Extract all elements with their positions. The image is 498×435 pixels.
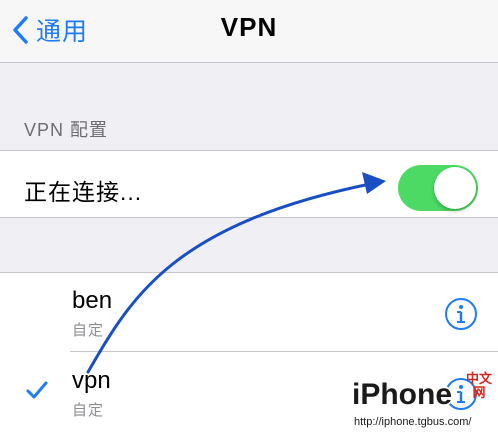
info-icon[interactable] bbox=[444, 297, 478, 331]
checkmark-icon bbox=[26, 381, 48, 399]
navigation-bar: 通用 VPN bbox=[0, 0, 498, 63]
vpn-toggle-switch[interactable] bbox=[398, 165, 478, 211]
vpn-status-row: 正在连接... bbox=[0, 150, 498, 218]
info-icon[interactable] bbox=[444, 377, 478, 411]
row-divider bbox=[70, 351, 498, 352]
vpn-type: 自定 bbox=[72, 322, 105, 339]
list-item-vpn-vpn[interactable]: vpn 自定 bbox=[0, 353, 498, 431]
section-header-vpn-config: VPN 配置 bbox=[24, 120, 109, 140]
toggle-knob bbox=[434, 167, 476, 209]
status-label: 正在连接... bbox=[24, 179, 143, 205]
page-title: VPN bbox=[220, 12, 278, 42]
vpn-type: 自定 bbox=[72, 402, 105, 419]
vpn-config-list: ben 自定 vpn 自定 bbox=[0, 272, 498, 435]
list-item-vpn-ben[interactable]: ben 自定 bbox=[0, 273, 498, 352]
vpn-name: vpn bbox=[72, 367, 111, 394]
vpn-name: ben bbox=[72, 287, 113, 314]
